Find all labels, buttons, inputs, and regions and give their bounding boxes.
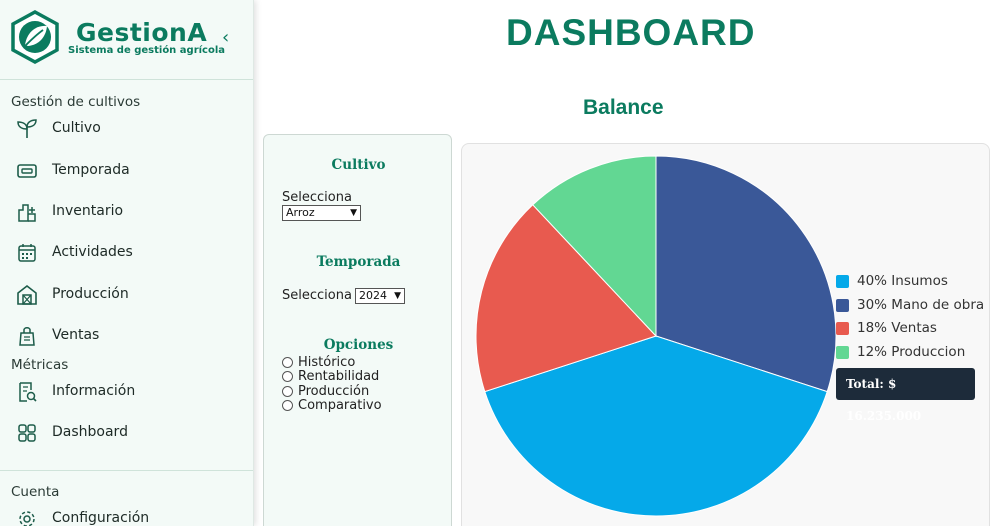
collapse-sidebar-button[interactable]: ‹ xyxy=(222,28,236,48)
legend-label: 30% Mano de obra xyxy=(857,297,985,313)
radio-icon xyxy=(282,400,293,411)
page-title: DASHBOARD xyxy=(506,12,756,53)
legend-label: 40% Insumos xyxy=(857,273,948,289)
inventory-icon xyxy=(18,204,36,222)
sidebar-item-label: Temporada xyxy=(52,162,130,178)
radio-icon xyxy=(282,371,293,382)
sidebar-divider xyxy=(0,470,253,471)
brand-subtitle: Sistema de gestión agrícola xyxy=(68,45,226,56)
sidebar-item-label: Información xyxy=(52,383,136,399)
sprout-icon xyxy=(17,119,37,138)
legend-swatch xyxy=(836,322,849,335)
cultivo-select[interactable]: Arroz ▼ xyxy=(282,205,361,221)
sidebar-item-ventas[interactable]: Ventas xyxy=(0,319,253,353)
sidebar-item-temporada[interactable]: Temporada xyxy=(0,154,253,188)
section-title-crops: Gestión de cultivos xyxy=(11,94,141,110)
cultivo-select-label: Selecciona xyxy=(282,190,352,205)
sidebar-item-cultivo[interactable]: Cultivo xyxy=(0,112,253,146)
option-label: Histórico xyxy=(298,355,356,370)
sidebar-item-label: Cultivo xyxy=(52,120,101,136)
legend-label: 18% Ventas xyxy=(857,320,937,336)
leaf-logo-icon xyxy=(11,10,59,64)
gear-icon xyxy=(19,511,35,526)
chevron-down-icon: ▼ xyxy=(394,291,401,301)
opciones-heading: Opciones xyxy=(323,337,394,353)
app-window: GestionA Sistema de gestión agrícola ‹ G… xyxy=(0,0,1007,526)
temporada-select[interactable]: 2024 ▼ xyxy=(355,288,405,304)
legend-swatch xyxy=(836,275,849,288)
chart-tooltip: Total: $ 16.235.000 xyxy=(836,368,975,423)
cultivo-select-value: Arroz xyxy=(286,206,315,219)
legend-swatch xyxy=(836,346,849,359)
chevron-down-icon: ▼ xyxy=(350,208,357,218)
sidebar-item-label: Ventas xyxy=(52,327,100,343)
report-search-icon xyxy=(19,382,37,402)
sidebar-item-inventario[interactable]: Inventario xyxy=(0,195,253,229)
option-label: Producción xyxy=(298,384,370,399)
temporada-heading: Temporada xyxy=(316,254,401,270)
section-title-metrics: Métricas xyxy=(11,357,69,373)
sidebar-item-label: Actividades xyxy=(52,244,133,260)
option-label: Rentabilidad xyxy=(298,369,380,384)
barn-icon xyxy=(17,284,37,305)
option-label: Comparativo xyxy=(298,398,382,413)
brand-header: GestionA Sistema de gestión agrícola ‹ xyxy=(0,0,253,80)
radio-icon xyxy=(282,357,293,368)
chart-title: Balance xyxy=(583,96,664,119)
temporada-select-label: Selecciona xyxy=(282,288,352,303)
legend-label: 12% Produccion xyxy=(857,344,966,360)
radio-icon xyxy=(282,386,293,397)
cultivo-heading: Cultivo xyxy=(331,157,386,173)
section-title-account: Cuenta xyxy=(11,484,60,500)
sidebar-item-label: Producción xyxy=(52,286,129,302)
calendar-card-icon xyxy=(17,164,37,178)
sidebar-item-configuracion[interactable]: Configuración xyxy=(0,502,253,526)
sidebar-item-label: Inventario xyxy=(52,203,124,219)
calendar-icon xyxy=(18,244,36,262)
bag-icon xyxy=(19,327,35,346)
sidebar-item-actividades[interactable]: Actividades xyxy=(0,236,253,270)
brand-name: GestionA xyxy=(76,18,208,47)
sidebar-item-label: Dashboard xyxy=(52,424,128,440)
legend-swatch xyxy=(836,299,849,312)
sidebar-item-produccion[interactable]: Producción xyxy=(0,278,253,312)
sidebar-item-dashboard[interactable]: Dashboard xyxy=(0,416,253,450)
sidebar-item-label: Configuración xyxy=(52,510,150,526)
dashboard-grid-icon xyxy=(18,424,36,442)
temporada-select-value: 2024 xyxy=(359,289,387,302)
sidebar: GestionA Sistema de gestión agrícola ‹ G… xyxy=(0,0,254,526)
sidebar-item-informacion[interactable]: Información xyxy=(0,375,253,409)
